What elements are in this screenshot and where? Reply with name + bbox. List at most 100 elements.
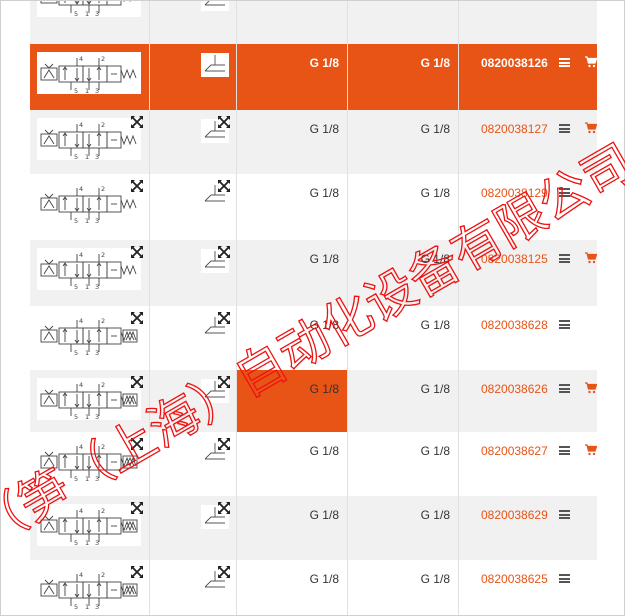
svg-text:1: 1 [85,10,89,17]
expand-arrows-icon[interactable] [217,245,231,259]
product-table-frame: 42513 42513 G 1/8G 1/80820038126 42513 [0,0,625,616]
expand-arrows-icon[interactable] [217,565,231,579]
expand-arrows-icon[interactable] [217,437,231,451]
svg-text:5: 5 [74,603,78,610]
table-row[interactable]: 4 2 513 G 1/8 G 1/8 0820038126 [30,44,598,110]
expand-arrows-icon[interactable] [130,179,144,193]
hamburger-menu-icon[interactable] [559,188,570,197]
svg-text:4: 4 [79,121,83,129]
shopping-cart-icon[interactable] [585,252,598,264]
table-row[interactable]: 42513 [30,1,597,44]
svg-text:1: 1 [85,539,89,546]
hamburger-menu-icon[interactable] [559,384,570,393]
port-size-value: G 1/8 [309,122,339,136]
actuator-symbol-cell [149,1,236,44]
part-number-link[interactable]: 0820038125 [481,252,548,266]
actuator-symbol-cell [149,306,236,370]
hamburger-menu-icon[interactable] [559,510,570,519]
part-number-link[interactable]: 0820038629 [481,508,548,522]
valve-schematic-icon[interactable]: 42513 [37,568,141,610]
hamburger-menu-icon[interactable] [559,124,570,133]
valve-schematic-icon[interactable]: 42513 [37,182,141,224]
expand-arrows-icon[interactable] [217,311,231,325]
port-size-cell: G 1/8 [347,306,458,370]
valve-symbol-cell: 4 2 513 [30,240,149,306]
table-row[interactable]: 4 2 513 G 1/8 G 1/8 0820038627 [30,432,598,496]
port-size-cell: G 1/8 [347,240,458,306]
shopping-cart-icon[interactable] [585,122,598,134]
actuator-symbol-icon[interactable] [201,1,229,11]
hamburger-menu-icon[interactable] [559,574,570,583]
expand-arrows-icon[interactable] [217,115,231,129]
svg-text:4: 4 [79,55,83,63]
expand-arrows-icon[interactable] [217,179,231,193]
svg-text:1: 1 [85,217,89,224]
table-row[interactable]: 4 2 513 G 1/8 G 1/8 0820038628 [30,306,597,370]
port-size-value: G 1/8 [309,186,339,200]
part-number-link[interactable]: 0820038626 [481,382,548,396]
svg-text:3: 3 [95,10,99,17]
svg-text:1: 1 [85,413,89,420]
expand-arrows-icon[interactable] [130,115,144,129]
actuator-symbol-icon[interactable] [201,53,229,77]
port-size-value: G 1/8 [420,56,450,70]
hamburger-menu-icon[interactable] [559,320,570,329]
table-row[interactable]: 4 2 513 G 1/8 G 1/8 0820038629 [30,496,597,560]
actuator-symbol-cell [149,560,236,615]
valve-symbol-cell: 4 2 513 [30,306,149,370]
expand-arrows-icon[interactable] [130,375,144,389]
expand-arrows-icon[interactable] [130,501,144,515]
part-number-link[interactable]: 0820038625 [481,572,548,586]
table-row[interactable]: 4 2 513 G 1/8 G 1/8 0820038125 [30,240,598,306]
part-number-cell: 0820038125 [458,240,598,306]
hamburger-menu-icon[interactable] [559,58,570,67]
part-number-link[interactable]: 0820038127 [481,122,548,136]
svg-text:4: 4 [79,443,83,451]
valve-schematic-icon[interactable]: 42513 [37,52,141,94]
svg-text:5: 5 [74,153,78,160]
part-number-link[interactable]: 0820038627 [481,444,548,458]
valve-schematic-icon[interactable]: 42513 [37,118,141,160]
port-size-cell: G 1/8 [347,560,458,615]
expand-arrows-icon[interactable] [130,245,144,259]
svg-text:3: 3 [95,87,99,94]
svg-text:2: 2 [101,443,105,451]
expand-arrows-icon[interactable] [130,565,144,579]
table-row[interactable]: 4 2 513 G 1/8 G 1/8 0820038127 [30,110,598,174]
svg-text:3: 3 [95,413,99,420]
shopping-cart-icon[interactable] [585,382,598,394]
valve-schematic-icon[interactable]: 42513 [37,504,141,546]
valve-schematic-icon[interactable]: 42513 [37,1,141,17]
svg-text:2: 2 [101,121,105,129]
shopping-cart-icon[interactable] [585,444,598,456]
svg-text:2: 2 [101,507,105,515]
svg-text:3: 3 [95,475,99,482]
valve-schematic-icon[interactable]: 42513 [37,440,141,482]
actuator-symbol-cell [149,432,236,496]
svg-text:5: 5 [74,87,78,94]
port-size-cell: G 1/8 [236,44,347,110]
hamburger-menu-icon[interactable] [559,254,570,263]
part-number-link[interactable]: 0820038126 [481,56,548,70]
expand-arrows-icon[interactable] [217,375,231,389]
expand-arrows-icon[interactable] [130,437,144,451]
actuator-symbol-cell [149,44,236,110]
expand-arrows-icon[interactable] [217,501,231,515]
actuator-symbol-cell [149,370,236,432]
table-row[interactable]: 4 2 513 G 1/8 G 1/8 0820038625 [30,560,597,615]
valve-schematic-icon[interactable]: 42513 [37,248,141,290]
expand-arrows-icon[interactable] [130,311,144,325]
hamburger-menu-icon[interactable] [559,446,570,455]
shopping-cart-icon[interactable] [585,56,598,68]
svg-text:5: 5 [74,349,78,356]
svg-text:5: 5 [74,283,78,290]
actuator-symbol-cell [149,496,236,560]
port-size-value: G 1/8 [420,572,450,586]
valve-schematic-icon[interactable]: 42513 [37,378,141,420]
valve-schematic-icon[interactable]: 42513 [37,314,141,356]
part-number-link[interactable]: 0820038628 [481,318,548,332]
table-row[interactable]: 4 2 513 G 1/8 G 1/8 0820038129 [30,174,597,240]
table-row[interactable]: 4 2 513 G 1/8 G 1/8 0820038626 [30,370,598,432]
part-number-link[interactable]: 0820038129 [481,186,548,200]
port-size-value: G 1/8 [420,186,450,200]
